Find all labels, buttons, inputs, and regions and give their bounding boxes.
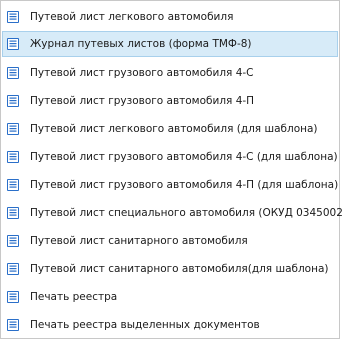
document-list-icon [7, 95, 19, 107]
menu-item-label: Путевой лист грузового автомобиля 4-П (д… [30, 179, 339, 191]
menu-item-print-selected-registry[interactable]: Печать реестра выделенных документов [2, 312, 338, 338]
document-list-icon [7, 291, 19, 303]
print-forms-dropdown-menu: Путевой лист легкового автомобиля Журнал… [0, 0, 342, 339]
menu-item-ambulance-waybill[interactable]: Путевой лист санитарного автомобиля [2, 228, 338, 254]
document-list-icon [7, 11, 19, 23]
menu-item-truck-waybill-4c[interactable]: Путевой лист грузового автомобиля 4-С [2, 60, 338, 86]
menu-item-label: Печать реестра [30, 291, 118, 303]
menu-item-label: Путевой лист санитарного автомобиля [30, 235, 248, 247]
menu-item-label: Путевой лист грузового автомобиля 4-П [30, 95, 255, 107]
menu-item-waybill-journal[interactable]: Журнал путевых листов (форма ТМФ-8) [2, 31, 338, 57]
menu-item-label: Путевой лист санитарного автомобиля(для … [30, 263, 329, 275]
menu-item-print-registry[interactable]: Печать реестра [2, 284, 338, 310]
document-list-icon [7, 319, 19, 331]
document-list-icon [7, 235, 19, 247]
menu-item-label: Путевой лист грузового автомобиля 4-С (д… [30, 151, 338, 163]
document-list-icon [7, 207, 19, 219]
menu-item-label: Путевой лист легкового автомобиля [30, 11, 234, 23]
document-list-icon [7, 123, 19, 135]
menu-item-label: Журнал путевых листов (форма ТМФ-8) [30, 38, 252, 50]
menu-item-ambulance-waybill-template[interactable]: Путевой лист санитарного автомобиля(для … [2, 256, 338, 282]
menu-item-truck-waybill-4p[interactable]: Путевой лист грузового автомобиля 4-П [2, 88, 338, 114]
menu-item-label: Путевой лист легкового автомобиля (для ш… [30, 123, 318, 135]
menu-item-label: Путевой лист грузового автомобиля 4-С [30, 67, 254, 79]
document-list-icon [7, 151, 19, 163]
menu-item-passenger-car-waybill-template[interactable]: Путевой лист легкового автомобиля (для ш… [2, 116, 338, 142]
menu-item-label: Печать реестра выделенных документов [30, 319, 260, 331]
menu-item-truck-waybill-4c-template[interactable]: Путевой лист грузового автомобиля 4-С (д… [2, 144, 338, 170]
menu-item-label: Путевой лист специального автомобиля (ОК… [30, 207, 342, 219]
document-list-icon [7, 67, 19, 79]
document-list-icon [7, 263, 19, 275]
menu-item-special-vehicle-waybill[interactable]: Путевой лист специального автомобиля (ОК… [2, 200, 342, 226]
document-list-icon [7, 38, 19, 50]
document-list-icon [7, 179, 19, 191]
menu-item-passenger-car-waybill[interactable]: Путевой лист легкового автомобиля [2, 4, 338, 30]
menu-item-truck-waybill-4p-template[interactable]: Путевой лист грузового автомобиля 4-П (д… [2, 172, 338, 198]
